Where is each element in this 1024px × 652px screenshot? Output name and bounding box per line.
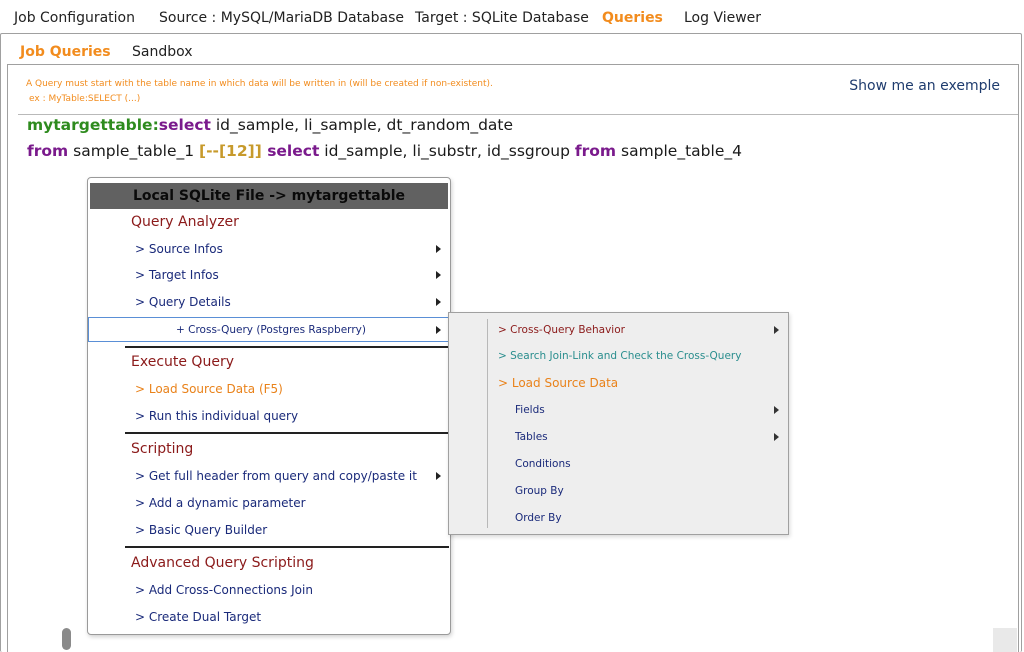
menu-separator (125, 546, 449, 548)
submenu-item-conditions[interactable]: Conditions (515, 458, 571, 470)
code-line-2: from sample_table_1 [--[12]] select id_s… (27, 142, 742, 160)
code-line-1: mytargettable:select id_sample, li_sampl… (27, 116, 513, 134)
context-menu: Local SQLite File -> mytargettable Query… (87, 177, 451, 635)
code-text: id_sample, li_sample, dt_random_date (210, 116, 514, 134)
submenu-divider (487, 319, 488, 528)
tab-sandbox[interactable]: Sandbox (132, 44, 193, 60)
menu-item-load-source-data[interactable]: > Load Source Data (F5) (135, 382, 283, 396)
cross-query-submenu: > Cross-Query Behavior > Search Join-Lin… (448, 312, 789, 535)
keyword-token: from (27, 142, 69, 160)
section-query-analyzer: Query Analyzer (131, 214, 239, 230)
menu-separator (125, 432, 449, 434)
menu-item-create-dual-target[interactable]: > Create Dual Target (135, 610, 261, 624)
menu-item-add-cross-connections-join[interactable]: > Add Cross-Connections Join (135, 583, 313, 597)
tab-log-viewer[interactable]: Log Viewer (684, 10, 761, 26)
submenu-item-search-join-link[interactable]: > Search Join-Link and Check the Cross-Q… (498, 350, 741, 362)
submenu-arrow-icon (774, 326, 779, 334)
show-example-link[interactable]: Show me an exemple (849, 78, 1000, 94)
tab-job-configuration[interactable]: Job Configuration (14, 10, 135, 26)
query-marker-token: [--[12]] (199, 142, 262, 160)
keyword-token: select (261, 142, 320, 160)
submenu-item-group-by[interactable]: Group By (515, 485, 564, 497)
tab-job-queries[interactable]: Job Queries (20, 44, 111, 60)
main-tab-bar: Job Configuration Source : MySQL/MariaDB… (0, 0, 1024, 36)
horizontal-scrollbar-thumb[interactable] (62, 628, 71, 650)
hint-example: ex : MyTable:SELECT (...) (29, 94, 141, 104)
sub-tab-bar: Job Queries Sandbox (0, 34, 1020, 64)
menu-item-query-details[interactable]: > Query Details (135, 295, 231, 309)
scrollbar-corner (993, 628, 1017, 652)
hint-text: A Query must start with the table name i… (26, 79, 493, 89)
target-table-token: mytargettable: (27, 116, 159, 134)
keyword-token: select (158, 116, 211, 134)
tab-target[interactable]: Target : SQLite Database (415, 10, 589, 26)
submenu-arrow-icon (436, 472, 441, 480)
menu-item-source-infos[interactable]: > Source Infos (135, 242, 223, 256)
submenu-item-order-by[interactable]: Order By (515, 512, 562, 524)
section-execute-query: Execute Query (131, 354, 234, 370)
menu-item-run-query[interactable]: > Run this individual query (135, 409, 298, 423)
menu-item-cross-query[interactable]: + Cross-Query (Postgres Raspberry) (88, 317, 449, 342)
submenu-arrow-icon (436, 271, 441, 279)
menu-item-add-dynamic-parameter[interactable]: > Add a dynamic parameter (135, 496, 306, 510)
section-advanced-scripting: Advanced Query Scripting (131, 555, 314, 571)
submenu-item-cross-query-behavior[interactable]: > Cross-Query Behavior (498, 324, 625, 336)
tab-source[interactable]: Source : MySQL/MariaDB Database (159, 10, 404, 26)
menu-separator (125, 346, 449, 348)
code-text: sample_table_4 (616, 142, 742, 160)
submenu-arrow-icon (774, 406, 779, 414)
context-menu-title: Local SQLite File -> mytargettable (90, 183, 448, 209)
submenu-arrow-icon (774, 433, 779, 441)
submenu-arrow-icon (436, 326, 441, 334)
submenu-item-fields[interactable]: Fields (515, 404, 545, 416)
code-text: id_sample, li_substr, id_ssgroup (319, 142, 575, 160)
section-scripting: Scripting (131, 441, 194, 457)
tab-queries[interactable]: Queries (602, 10, 663, 26)
menu-item-get-full-header[interactable]: > Get full header from query and copy/pa… (135, 469, 417, 483)
menu-item-target-infos[interactable]: > Target Infos (135, 268, 219, 282)
submenu-arrow-icon (436, 245, 441, 253)
submenu-arrow-icon (436, 298, 441, 306)
cross-query-label: + Cross-Query (Postgres Raspberry) (176, 324, 366, 336)
keyword-token: from (574, 142, 617, 160)
submenu-item-load-source-data[interactable]: > Load Source Data (498, 376, 618, 390)
code-text: sample_table_1 (68, 142, 200, 160)
submenu-item-tables[interactable]: Tables (515, 431, 548, 443)
menu-item-basic-query-builder[interactable]: > Basic Query Builder (135, 523, 267, 537)
